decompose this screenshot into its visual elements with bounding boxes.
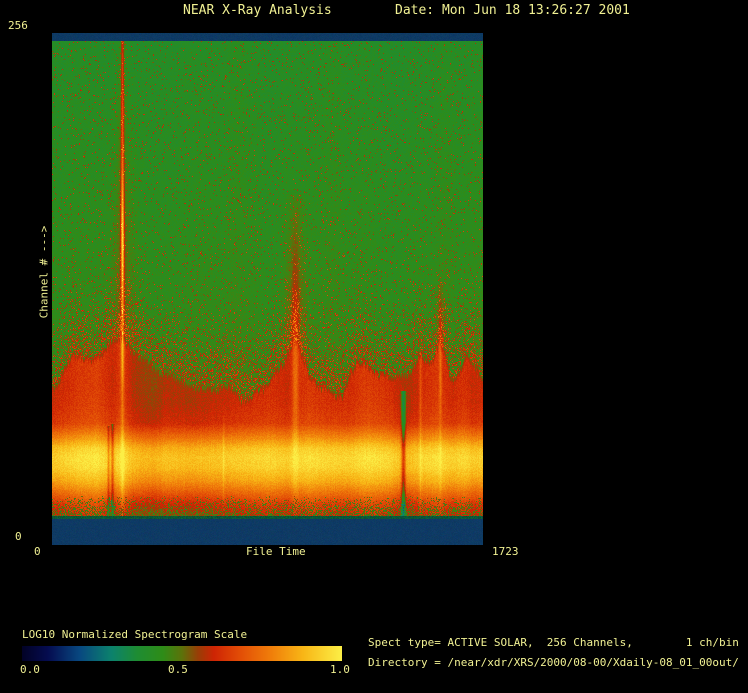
y-axis-title: Channel # --->: [37, 225, 51, 319]
x-axis-max-label: 1723: [492, 545, 519, 558]
colorbar-tick-0: 0.0: [20, 663, 40, 676]
page-title: NEAR X-Ray Analysis: [183, 3, 332, 18]
directory-line: Directory = /near/xdr/XRS/2000/08-00/Xda…: [368, 656, 739, 669]
app-window: { "window": { "title": "NEAR X-Ray Analy…: [0, 0, 748, 693]
spectrogram-canvas: [52, 33, 483, 545]
colorbar-gradient: [22, 646, 342, 661]
date-label: Date: Mon Jun 18 13:26:27 2001: [395, 3, 630, 18]
colorbar-label: LOG10 Normalized Spectrogram Scale: [22, 628, 248, 641]
x-axis-min-label: 0: [34, 545, 41, 558]
colorbar-tick-2: 1.0: [330, 663, 350, 676]
x-axis-title: File Time: [246, 545, 306, 558]
colorbar-tick-1: 0.5: [168, 663, 188, 676]
spect-type-line: Spect type= ACTIVE SOLAR, 256 Channels, …: [368, 636, 739, 649]
y-axis-max-label: 256: [8, 19, 28, 32]
y-axis-min-label: 0: [15, 530, 22, 543]
spectrogram-plot-area: [52, 33, 483, 545]
